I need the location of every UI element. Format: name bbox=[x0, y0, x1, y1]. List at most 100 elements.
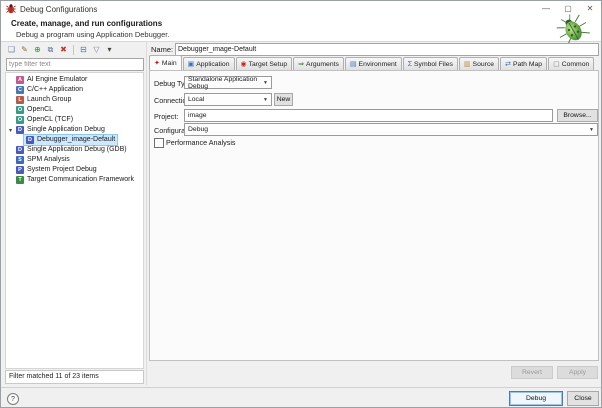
tab-source[interactable]: ▥Source bbox=[459, 57, 499, 71]
performance-analysis-checkbox[interactable] bbox=[154, 138, 164, 148]
tab-label: Target Setup bbox=[249, 61, 288, 68]
tree-item-label: Launch Group bbox=[27, 95, 71, 105]
tree-item-ai-engine-emulator[interactable]: AAI Engine Emulator bbox=[6, 75, 143, 85]
collapse-all-icon[interactable]: ⊟ bbox=[78, 44, 89, 55]
debug-type-combo[interactable]: Standalone Application Debug ▼ bbox=[184, 76, 272, 89]
tree-item-opencl[interactable]: OOpenCL bbox=[6, 105, 143, 115]
tree-item-target-communication-framework[interactable]: TTarget Communication Framework bbox=[6, 175, 143, 185]
path-map-tab-icon: ⇄ bbox=[505, 61, 511, 68]
tree-item-highlight: DSingle Application Debug bbox=[14, 125, 107, 135]
tab-main[interactable]: ✦Main bbox=[149, 55, 182, 71]
tree-item-highlight: SSPM Analysis bbox=[14, 155, 72, 165]
system-project-debug-icon: P bbox=[16, 166, 24, 174]
view-menu-caret-icon[interactable]: ▾ bbox=[104, 44, 115, 55]
tree-item-spm-analysis[interactable]: SSPM Analysis bbox=[6, 155, 143, 165]
tree-item-label: SPM Analysis bbox=[27, 155, 70, 165]
application-tab-icon: ▣ bbox=[188, 61, 195, 68]
debug-configurations-dialog: Debug Configurations —▢✕ Create, manage,… bbox=[0, 0, 602, 408]
environment-tab-icon: ▤ bbox=[350, 61, 357, 68]
configuration-value: Debug bbox=[188, 126, 208, 133]
tree-item-label: Target Communication Framework bbox=[27, 175, 134, 185]
tab-symbol-files[interactable]: ΣSymbol Files bbox=[403, 57, 458, 71]
tree-item-label: OpenCL bbox=[27, 105, 53, 115]
browse-button[interactable]: Browse... bbox=[557, 109, 598, 122]
tab-label: Arguments bbox=[306, 61, 339, 68]
tree-item-highlight: DDebugger_image-Default bbox=[24, 135, 117, 145]
header-subtitle: Debug a program using Application Debugg… bbox=[16, 30, 169, 39]
export-config-icon[interactable]: ⊕ bbox=[32, 44, 43, 55]
close-button[interactable]: Close bbox=[567, 391, 599, 406]
tree-item-highlight: OOpenCL bbox=[14, 105, 55, 115]
tree-item-highlight: DSingle Application Debug (GDB) bbox=[14, 145, 129, 155]
tree-item-label: Single Application Debug (GDB) bbox=[27, 145, 127, 155]
tab-label: Common bbox=[562, 61, 590, 68]
target-communication-framework-icon: T bbox=[16, 176, 24, 184]
connection-combo[interactable]: Local ▼ bbox=[184, 93, 272, 106]
common-tab-icon: ▢ bbox=[553, 61, 560, 68]
new-connection-button[interactable]: New bbox=[274, 93, 293, 106]
main-tab-icon: ✦ bbox=[154, 60, 160, 67]
tree-item-single-application-debug-gdb[interactable]: DSingle Application Debug (GDB) bbox=[6, 145, 143, 155]
tab-application[interactable]: ▣Application bbox=[183, 57, 235, 71]
c-c-application-icon: C bbox=[16, 86, 24, 94]
left-toolbar: ❏✎⊕⧉✖ ⊟▽▾ bbox=[6, 43, 115, 56]
performance-analysis-label: Performance Analysis bbox=[166, 138, 236, 147]
tree-item-launch-group[interactable]: LLaunch Group bbox=[6, 95, 143, 105]
tree-item-debugger-image-default[interactable]: DDebugger_image-Default bbox=[6, 135, 143, 145]
new-launch-config-icon[interactable]: ❏ bbox=[6, 44, 17, 55]
tab-environment[interactable]: ▤Environment bbox=[345, 57, 402, 71]
tree-item-system-project-debug[interactable]: PSystem Project Debug bbox=[6, 165, 143, 175]
chevron-down-icon: ▼ bbox=[260, 80, 268, 86]
configuration-combo[interactable]: Debug ▼ bbox=[184, 123, 598, 136]
debug-bug-icon bbox=[6, 4, 16, 14]
minimize-button[interactable]: — bbox=[535, 1, 557, 17]
project-input[interactable] bbox=[184, 109, 553, 122]
debug-type-value: Standalone Application Debug bbox=[188, 76, 260, 90]
panel-sash[interactable] bbox=[146, 41, 147, 385]
tree-item-single-application-debug[interactable]: ▾DSingle Application Debug bbox=[6, 125, 143, 135]
filter-status: Filter matched 11 of 23 items bbox=[5, 370, 144, 384]
name-input[interactable] bbox=[175, 43, 599, 56]
duplicate-config-icon[interactable]: ⧉ bbox=[45, 44, 56, 55]
tab-bar: ✦Main▣Application◉Target Setup⇒Arguments… bbox=[149, 56, 595, 71]
filter-icon[interactable]: ▽ bbox=[91, 44, 102, 55]
connection-value: Local bbox=[188, 96, 204, 103]
name-label: Name: bbox=[151, 45, 173, 54]
symbol-files-tab-icon: Σ bbox=[408, 61, 412, 68]
tree-item-label: Debugger_image-Default bbox=[37, 135, 115, 145]
filter-input[interactable] bbox=[6, 58, 144, 71]
tab-path-map[interactable]: ⇄Path Map bbox=[500, 57, 547, 71]
apply-button[interactable]: Apply bbox=[557, 366, 598, 379]
tree-item-highlight: CC/C++ Application bbox=[14, 85, 85, 95]
tab-label: Path Map bbox=[513, 61, 542, 68]
tree-item-highlight: TTarget Communication Framework bbox=[14, 175, 136, 185]
header-title: Create, manage, and run configurations bbox=[11, 19, 162, 28]
tab-label: Application bbox=[196, 61, 229, 68]
tab-label: Environment bbox=[359, 61, 397, 68]
opencl-icon: O bbox=[16, 106, 24, 114]
footer-separator bbox=[1, 387, 601, 388]
tree-item-c-c-application[interactable]: CC/C++ Application bbox=[6, 85, 143, 95]
expander-arrow-icon[interactable]: ▾ bbox=[7, 127, 14, 134]
tree-item-label: OpenCL (TCF) bbox=[27, 115, 73, 125]
tab-target-setup[interactable]: ◉Target Setup bbox=[236, 57, 293, 71]
debug-button[interactable]: Debug bbox=[509, 391, 563, 406]
title-bar: Debug Configurations —▢✕ bbox=[1, 1, 601, 17]
help-button[interactable]: ? bbox=[7, 393, 19, 405]
window-title: Debug Configurations bbox=[20, 5, 97, 14]
arguments-tab-icon: ⇒ bbox=[298, 61, 304, 68]
revert-button[interactable]: Revert bbox=[511, 366, 553, 379]
tree-item-highlight: PSystem Project Debug bbox=[14, 165, 99, 175]
tab-common[interactable]: ▢Common bbox=[548, 57, 594, 71]
single-application-debug-icon: D bbox=[16, 126, 24, 134]
delete-config-icon[interactable]: ✖ bbox=[58, 44, 69, 55]
tree-item-highlight: OOpenCL (TCF) bbox=[14, 115, 75, 125]
tree-item-label: System Project Debug bbox=[27, 165, 97, 175]
tab-arguments[interactable]: ⇒Arguments bbox=[293, 57, 344, 71]
target-setup-tab-icon: ◉ bbox=[241, 61, 247, 68]
tree-item-opencl-tcf[interactable]: OOpenCL (TCF) bbox=[6, 115, 143, 125]
tree-item-label: C/C++ Application bbox=[27, 85, 83, 95]
chevron-down-icon: ▼ bbox=[586, 127, 594, 133]
new-prototype-icon[interactable]: ✎ bbox=[19, 44, 30, 55]
toolbar-separator bbox=[73, 45, 74, 55]
